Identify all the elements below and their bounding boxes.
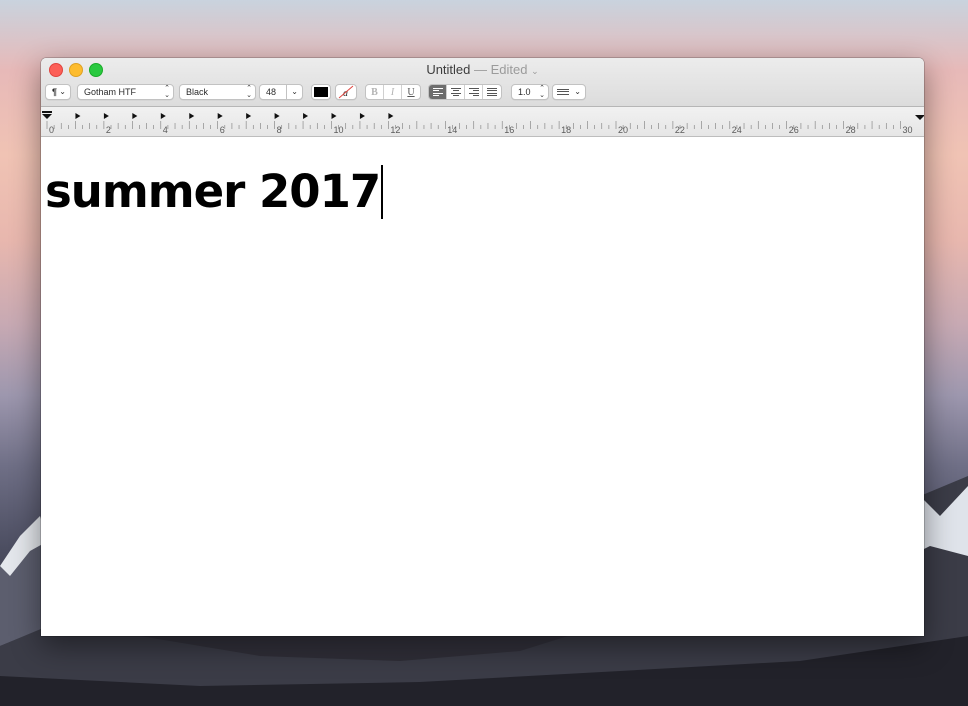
chevron-down-icon: ⌄ — [574, 87, 581, 96]
alignment-group — [428, 84, 502, 100]
font-family-select[interactable]: Gotham HTF ⌃ ⌄ — [77, 84, 174, 100]
tab-stop-marker[interactable] — [246, 113, 252, 119]
bulleted-list-icon — [557, 87, 571, 96]
ruler-label: 6 — [220, 125, 225, 135]
stepper-arrows-icon: ⌃ ⌄ — [164, 85, 170, 99]
text-color-swatch — [314, 87, 328, 97]
font-style-select[interactable]: Black ⌃ ⌄ — [179, 84, 256, 100]
tab-stop-marker[interactable] — [132, 113, 138, 119]
ruler-label: 26 — [789, 125, 799, 135]
ruler-scale: 0 2 4 6 8 10 12 14 16 18 20 22 24 26 28 30 — [42, 111, 924, 135]
text-color-well[interactable] — [311, 84, 331, 100]
tab-stop-marker[interactable] — [217, 113, 223, 119]
ruler-label: 0 — [49, 125, 54, 135]
justify-icon — [487, 86, 497, 98]
stepper-arrows-icon: ⌃ ⌄ — [539, 85, 545, 99]
tab-stop-marker[interactable] — [75, 113, 81, 119]
align-center-icon — [450, 86, 461, 98]
edited-indicator: — Edited — [474, 62, 528, 77]
paragraph-styles-button[interactable]: ¶ ⌄ — [45, 84, 71, 100]
ruler-label: 22 — [675, 125, 685, 135]
tab-stop-marker[interactable] — [359, 113, 365, 119]
ruler-label: 4 — [163, 125, 168, 135]
title-bar: Untitled — Edited ⌄ ¶ ⌄ Gotham HTF ⌃ ⌄ Bl… — [41, 58, 924, 107]
justify-button[interactable] — [483, 85, 501, 99]
document-text[interactable]: summer 2017 — [45, 161, 383, 223]
chevron-down-icon: ⌄ — [59, 87, 66, 96]
align-left-button[interactable] — [429, 85, 447, 99]
text-insertion-caret — [381, 165, 383, 219]
document-body[interactable]: summer 2017 — [41, 137, 924, 636]
align-right-button[interactable] — [465, 85, 483, 99]
tab-stop-marker[interactable] — [274, 113, 280, 119]
tab-stop-marker[interactable] — [103, 113, 109, 119]
document-name: Untitled — [426, 62, 471, 77]
ruler-label: 16 — [504, 125, 514, 135]
textedit-window: Untitled — Edited ⌄ ¶ ⌄ Gotham HTF ⌃ ⌄ Bl… — [41, 58, 924, 636]
first-line-indent-marker[interactable] — [42, 111, 52, 113]
no-highlight-icon: a — [338, 85, 354, 99]
font-traits-group: B I U — [365, 84, 421, 100]
line-spacing-value: 1.0 — [518, 87, 531, 97]
font-style-value: Black — [186, 87, 209, 97]
ruler-label: 10 — [334, 125, 344, 135]
window-title[interactable]: Untitled — Edited ⌄ — [41, 62, 924, 77]
document-text-content: summer 2017 — [45, 165, 381, 218]
ruler-label: 20 — [618, 125, 628, 135]
tab-stop-marker[interactable] — [303, 113, 309, 119]
tab-stop-marker[interactable] — [189, 113, 195, 119]
ruler-label: 12 — [390, 125, 400, 135]
paragraph-icon: ¶ — [52, 87, 58, 97]
line-spacing-select[interactable]: 1.0 ⌃ ⌄ — [511, 84, 549, 100]
font-size-input[interactable]: 48 — [266, 87, 276, 97]
tab-stop-marker[interactable] — [331, 113, 337, 119]
ruler-label: 24 — [732, 125, 742, 135]
italic-button[interactable]: I — [384, 85, 402, 99]
ruler[interactable]: 0 2 4 6 8 10 12 14 16 18 20 22 24 26 28 30 — [41, 107, 924, 137]
align-left-icon — [432, 86, 443, 98]
tab-stop-marker[interactable] — [160, 113, 166, 119]
ruler-label: 2 — [106, 125, 111, 135]
list-bullets-button[interactable]: ⌄ — [552, 84, 586, 100]
ruler-label: 14 — [447, 125, 457, 135]
ruler-label: 18 — [561, 125, 571, 135]
left-indent-marker[interactable] — [42, 114, 52, 119]
ruler-label: 28 — [846, 125, 856, 135]
align-right-icon — [468, 86, 479, 98]
title-chevron-down-icon[interactable]: ⌄ — [531, 66, 539, 76]
chevron-down-icon[interactable]: ⌄ — [291, 85, 298, 99]
ruler-label: 30 — [903, 125, 913, 135]
stepper-arrows-icon: ⌃ ⌄ — [246, 85, 252, 99]
right-indent-marker[interactable] — [915, 115, 924, 120]
underline-button[interactable]: U — [402, 85, 420, 99]
bold-button[interactable]: B — [366, 85, 384, 99]
font-family-value: Gotham HTF — [84, 87, 137, 97]
highlight-color-well[interactable]: a — [335, 84, 357, 100]
tab-stop-marker[interactable] — [388, 113, 394, 119]
align-center-button[interactable] — [447, 85, 465, 99]
ruler-label: 8 — [277, 125, 282, 135]
font-size-combo[interactable]: 48 ⌄ — [259, 84, 303, 100]
